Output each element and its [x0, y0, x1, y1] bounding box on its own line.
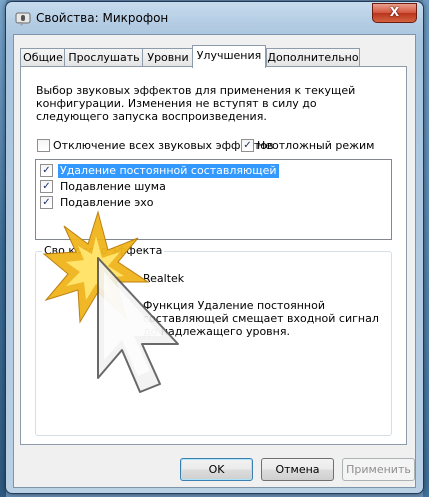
tab-listen[interactable]: Прослушать	[64, 48, 144, 67]
tab-advanced[interactable]: Дополнительно	[266, 48, 360, 67]
apply-button[interactable]: Применить	[342, 458, 415, 481]
effect-description: Функция Удаление постоянной составляющей…	[143, 299, 379, 338]
effect-label: Подавление шума	[60, 180, 166, 193]
immediate-mode-label: Неотложный режим	[257, 139, 375, 152]
effects-list[interactable]: ✓ Удаление постоянной составляющей ✓ Под…	[35, 159, 392, 240]
group-title: Сво кового эффекта	[42, 244, 165, 257]
close-button[interactable]: X	[372, 3, 417, 23]
microphone-icon	[14, 10, 32, 28]
title-bar[interactable]: Свойства: Микрофон X	[6, 2, 423, 38]
effect-checkbox[interactable]: ✓	[40, 164, 53, 177]
effect-checkbox[interactable]: ✓	[40, 196, 53, 209]
list-item[interactable]: ✓ Подавление шума	[36, 179, 391, 195]
enhancements-panel: Выбор звуковых эффектов для применения к…	[20, 66, 407, 445]
window-title: Свойства: Микрофон	[36, 11, 169, 25]
tab-general[interactable]: Общие	[20, 48, 66, 67]
list-item[interactable]: ✓ Удаление постоянной составляющей	[36, 163, 391, 179]
effect-properties-group: Сво кового эффекта Realtek Функция Удале…	[35, 244, 392, 436]
immediate-mode-checkbox[interactable]: ✓	[241, 139, 254, 152]
list-item[interactable]: ✓ Подавление эхо	[36, 195, 391, 211]
dialog-body: Общие Прослушать Уровни Улучшения Дополн…	[13, 34, 416, 488]
ok-button[interactable]: OK	[180, 458, 253, 481]
effect-checkbox[interactable]: ✓	[40, 180, 53, 193]
cancel-button[interactable]: Отмена	[261, 458, 334, 481]
disable-all-checkbox[interactable]	[37, 139, 50, 152]
tab-enhancements[interactable]: Улучшения	[192, 45, 266, 68]
provider-value: Realtek	[143, 272, 185, 285]
effect-label: Удаление постоянной составляющей	[58, 164, 279, 178]
properties-window: Свойства: Микрофон X Общие Прослушать Ур…	[5, 1, 424, 494]
tab-levels[interactable]: Уровни	[142, 48, 194, 67]
effect-label: Подавление эхо	[60, 196, 154, 209]
enhancements-description: Выбор звуковых эффектов для применения к…	[36, 84, 356, 123]
